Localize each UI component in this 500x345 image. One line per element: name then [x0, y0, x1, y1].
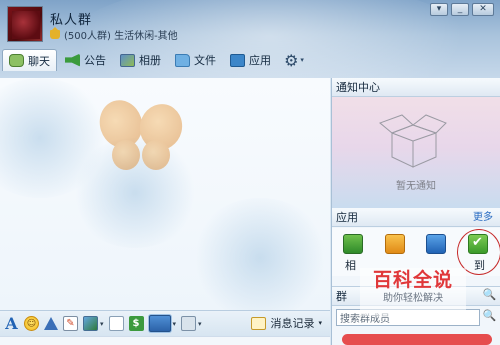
font-icon[interactable]: A [4, 314, 19, 333]
tab-album-label: 相册 [139, 54, 161, 67]
notice-center-label: 通知中心 [336, 81, 380, 94]
checkin-app-label: 到 [474, 259, 485, 272]
document-icon[interactable] [108, 316, 124, 331]
menu-button[interactable]: ▾ [430, 3, 448, 16]
tab-album[interactable]: 相册 [114, 49, 167, 71]
butterfly-decoration [93, 94, 190, 180]
input-box[interactable] [0, 336, 330, 345]
minimize-button[interactable]: _ [451, 3, 469, 16]
apps-section-label: 应用 [336, 211, 358, 224]
group-avatar[interactable] [7, 6, 43, 42]
search-icon[interactable]: 🔍 [482, 309, 497, 326]
tab-announcement[interactable]: 公告 [59, 49, 112, 71]
background-decoration [190, 198, 330, 310]
watermark: 百科全说 助你轻松解决 [360, 268, 466, 316]
album-app-label: 相 [345, 259, 356, 272]
tab-apps[interactable]: 应用 [224, 49, 277, 71]
tab-apps-label: 应用 [249, 54, 271, 67]
window-controls: ▾ _ ✕ [430, 3, 494, 16]
payment-icon[interactable]: $ [128, 316, 144, 331]
watermark-title: 百科全说 [372, 269, 453, 291]
crown-icon [50, 27, 60, 39]
tab-bar: 聊天 公告 相册 文件 应用 ⚙ ▾ [2, 48, 309, 72]
members-section-label: 群 [336, 290, 347, 303]
notice-center-title: 通知中心 [332, 78, 500, 97]
empty-notice-text: 暂无通知 [396, 181, 436, 192]
chevron-down-icon[interactable]: ▾ [173, 320, 177, 328]
chevron-down-icon[interactable]: ▾ [100, 320, 104, 328]
more-apps-link[interactable]: 更多 [473, 208, 493, 227]
chat-bubble-icon[interactable] [181, 316, 197, 331]
search-icon[interactable]: 🔍 [482, 288, 497, 303]
screenshot-icon[interactable] [148, 315, 171, 332]
tab-chat[interactable]: 聊天 [2, 49, 57, 71]
window-shake-icon[interactable] [44, 317, 58, 330]
settings-button[interactable]: ⚙ ▾ [279, 49, 309, 71]
group-name: 私人群 [50, 13, 93, 28]
tab-announcement-label: 公告 [84, 54, 106, 67]
image-icon[interactable] [83, 316, 98, 331]
history-icon [251, 316, 267, 330]
redaction-mark [342, 334, 492, 345]
group-meta: (500人群) 生活休闲-其他 [50, 27, 178, 42]
group-header: 私人群 (500人群) 生活休闲-其他 ▾ _ ✕ 聊天 公告 相册 文件 应用 [0, 0, 500, 78]
message-area[interactable] [0, 78, 330, 310]
file-app-icon[interactable] [385, 234, 405, 254]
input-toolbar: A ☺ ✎ ▾ $ ▾ ▾ 消息记录 ▾ [0, 310, 330, 336]
album-app-icon[interactable] [343, 234, 363, 254]
chat-icon [9, 54, 24, 67]
empty-box-icon [379, 114, 447, 168]
doodle-icon[interactable]: ✎ [63, 316, 78, 331]
tab-files-label: 文件 [194, 54, 216, 67]
notice-center-body: 暂无通知 [332, 97, 500, 208]
apps-icon [230, 53, 245, 67]
checkin-app-icon[interactable] [468, 234, 488, 254]
history-label: 消息记录 [270, 317, 315, 330]
album-icon [120, 53, 135, 67]
history-caret: ▾ [318, 319, 322, 327]
gear-icon: ⚙ [284, 50, 299, 70]
group-meta-text: (500人群) 生活休闲-其他 [64, 31, 178, 42]
chart-app-icon[interactable] [426, 234, 446, 254]
emoji-icon[interactable]: ☺ [24, 316, 39, 331]
chevron-down-icon: ▾ [300, 56, 304, 64]
folder-icon [175, 53, 190, 67]
tab-files[interactable]: 文件 [169, 49, 222, 71]
tab-chat-label: 聊天 [28, 54, 50, 68]
chevron-down-icon[interactable]: ▾ [198, 320, 202, 328]
announcement-icon [65, 53, 80, 67]
message-history-button[interactable]: 消息记录 ▾ [251, 315, 322, 331]
close-button[interactable]: ✕ [472, 3, 494, 16]
apps-section-title: 应用 更多 [332, 208, 500, 227]
watermark-subtitle: 助你轻松解决 [383, 293, 443, 304]
